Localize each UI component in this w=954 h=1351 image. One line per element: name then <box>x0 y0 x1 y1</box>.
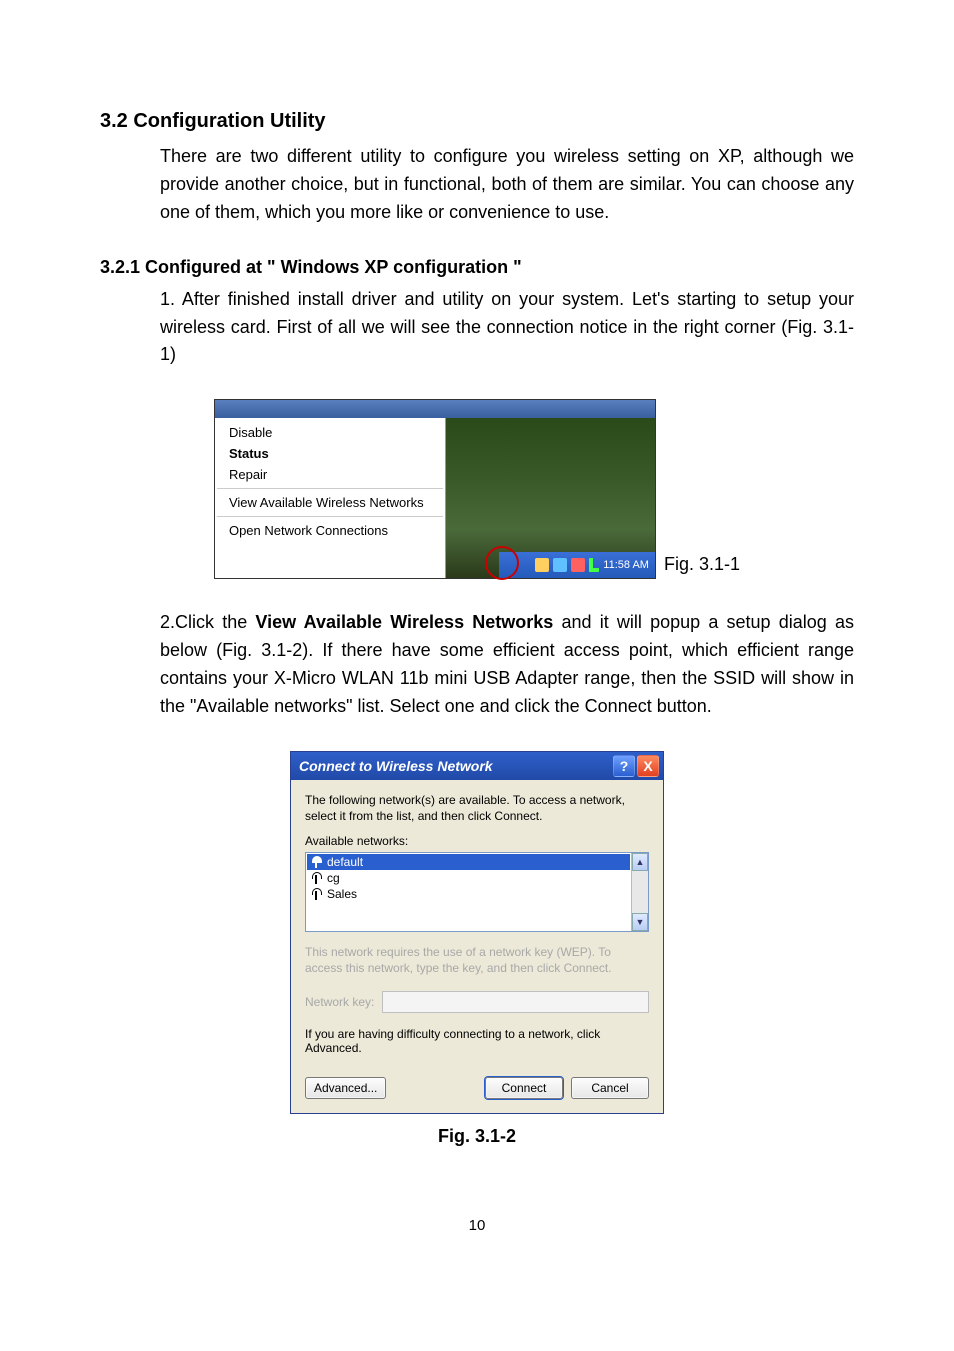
cancel-button[interactable]: Cancel <box>571 1077 649 1099</box>
scroll-up-icon[interactable]: ▲ <box>632 853 648 871</box>
taskbar-clock: 11:58 AM <box>603 559 649 571</box>
figure-body: Disable Status Repair View Available Wir… <box>215 418 655 578</box>
scroll-down-icon[interactable]: ▼ <box>632 913 648 931</box>
p3-part-a: 2.Click the <box>160 612 255 632</box>
section-heading: 3.2 Configuration Utility <box>100 110 854 133</box>
tray-icon[interactable] <box>571 558 585 572</box>
menu-separator <box>217 488 443 489</box>
figure-3-1-1-row: Disable Status Repair View Available Wir… <box>100 399 854 579</box>
figure-3-1-2-caption: Fig. 3.1-2 <box>100 1126 854 1147</box>
difficulty-note: If you are having difficulty connecting … <box>305 1027 649 1055</box>
subsection-heading: 3.2.1 Configured at " Windows XP configu… <box>100 257 854 278</box>
menu-separator <box>217 516 443 517</box>
dialog-close-button[interactable]: X <box>637 755 659 777</box>
network-key-input <box>382 991 649 1013</box>
listbox-scrollbar[interactable]: ▲ ▼ <box>631 853 648 931</box>
desktop-wallpaper: 11:58 AM <box>446 418 655 578</box>
dialog-instruction: The following network(s) are available. … <box>305 792 649 824</box>
dialog-title: Connect to Wireless Network <box>299 758 493 774</box>
tray-icon[interactable] <box>553 558 567 572</box>
antenna-icon <box>311 856 321 868</box>
tray-signal-icon[interactable] <box>589 558 599 572</box>
tray-context-menu: Disable Status Repair View Available Wir… <box>215 418 446 578</box>
highlight-circle-icon <box>485 546 519 580</box>
network-key-label: Network key: <box>305 994 374 1010</box>
antenna-icon <box>311 872 321 884</box>
menu-item-repair[interactable]: Repair <box>215 464 445 485</box>
menu-item-disable[interactable]: Disable <box>215 422 445 443</box>
connect-wireless-dialog: Connect to Wireless Network ? X The foll… <box>290 751 664 1114</box>
dialog-body: The following network(s) are available. … <box>291 780 663 1113</box>
connect-button[interactable]: Connect <box>485 1077 563 1099</box>
figure-3-1-2-wrap: Connect to Wireless Network ? X The foll… <box>100 751 854 1114</box>
page-number: 10 <box>100 1217 854 1234</box>
p3-bold: View Available Wireless Networks <box>255 612 553 632</box>
window-titlebar-strip <box>215 400 655 418</box>
document-page: 3.2 Configuration Utility There are two … <box>0 0 954 1294</box>
advanced-button[interactable]: Advanced... <box>305 1077 386 1099</box>
available-networks-listbox[interactable]: default cg Sales ▲ ▼ <box>305 852 649 932</box>
wep-note: This network requires the use of a netwo… <box>305 944 649 976</box>
menu-item-open-connections[interactable]: Open Network Connections <box>215 520 445 541</box>
taskbar-tray: 11:58 AM <box>499 552 655 578</box>
dialog-button-row: Advanced... Connect Cancel <box>305 1077 649 1099</box>
network-item-label: Sales <box>327 887 357 901</box>
menu-item-status[interactable]: Status <box>215 443 445 464</box>
network-item-label: cg <box>327 871 340 885</box>
available-networks-label: Available networks: <box>305 834 649 848</box>
tray-icon[interactable] <box>535 558 549 572</box>
paragraph-3: 2.Click the View Available Wireless Netw… <box>160 609 854 721</box>
antenna-icon <box>311 888 321 900</box>
dialog-titlebar: Connect to Wireless Network ? X <box>291 752 663 780</box>
paragraph-2: 1. After finished install driver and uti… <box>160 286 854 370</box>
dialog-help-button[interactable]: ? <box>613 755 635 777</box>
figure-3-1-1-caption: Fig. 3.1-1 <box>664 554 740 575</box>
figure-3-1-1: Disable Status Repair View Available Wir… <box>214 399 656 579</box>
network-item-default[interactable]: default <box>307 854 630 870</box>
network-item-cg[interactable]: cg <box>307 870 630 886</box>
listbox-inner: default cg Sales <box>306 853 631 931</box>
paragraph-1: There are two different utility to confi… <box>160 143 854 227</box>
menu-item-view-networks[interactable]: View Available Wireless Networks <box>215 492 445 513</box>
network-item-sales[interactable]: Sales <box>307 886 630 902</box>
network-key-row: Network key: <box>305 991 649 1013</box>
network-item-label: default <box>327 855 363 869</box>
